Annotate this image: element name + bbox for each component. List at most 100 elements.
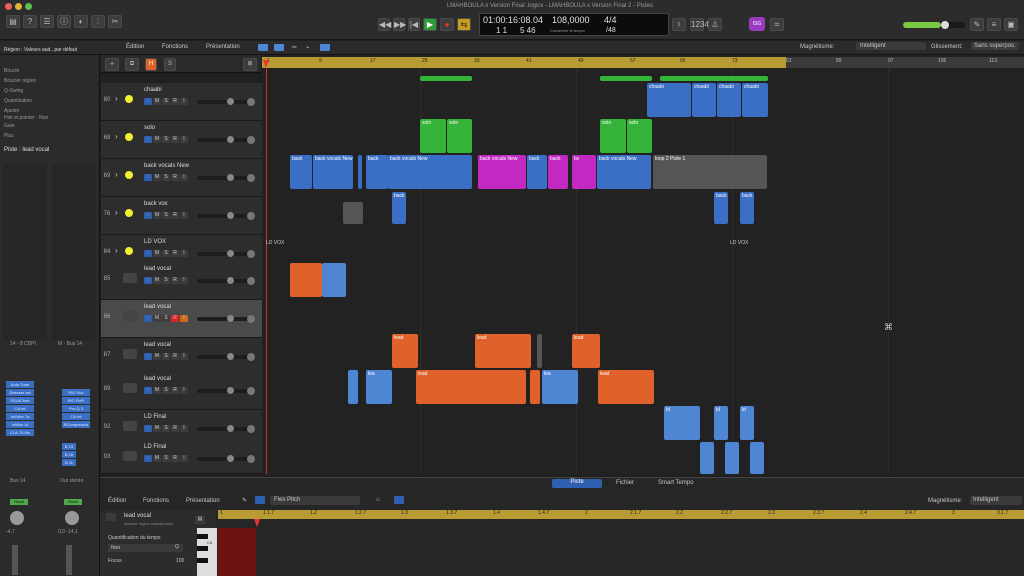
audio-region[interactable]: chaabi: [647, 83, 691, 117]
track-row[interactable]: 69 › back vocals New ◌ M S R I: [101, 159, 262, 197]
minimize-window-button[interactable]: [15, 3, 22, 10]
arrange-area[interactable]: [262, 55, 1024, 475]
plugin-slot[interactable]: CLA-76 Mn: [6, 429, 34, 436]
pan-knob-left[interactable]: [10, 511, 24, 525]
inspector-row[interactable]: Ajuster: [4, 108, 20, 114]
track-name[interactable]: lead vocal: [144, 376, 171, 382]
plugin-slot[interactable]: InVoice 7a: [6, 413, 34, 420]
audio-region[interactable]: back: [740, 192, 754, 224]
inspector-row[interactable]: Q-Swing: [4, 88, 23, 94]
track-volume-fader[interactable]: [197, 353, 252, 360]
track-volume-fader[interactable]: [197, 425, 252, 432]
audio-region[interactable]: [290, 263, 322, 297]
track-row[interactable]: 76 › back vox ◌ M S R I: [101, 197, 262, 235]
fader-right[interactable]: [66, 545, 72, 575]
track-volume-fader[interactable]: [197, 136, 252, 143]
track-volume-fader[interactable]: [197, 212, 252, 219]
plugin-slot[interactable]: Pro-Q 3: [62, 405, 90, 412]
io-right[interactable]: M · Bus 14: [58, 341, 82, 347]
inspector-icon[interactable]: ⓘ: [57, 15, 71, 28]
flex-icon[interactable]: [255, 496, 265, 504]
plugin-slot[interactable]: Auto-Tune: [6, 381, 34, 388]
global-tracks-icon[interactable]: ⊞: [243, 58, 257, 71]
record-enable-button[interactable]: R: [171, 212, 179, 219]
track-volume-fader[interactable]: [197, 277, 252, 284]
automation-read-left[interactable]: Read: [10, 499, 28, 505]
disclosure-icon[interactable]: ›: [115, 208, 118, 217]
audio-region[interactable]: lead: [392, 334, 418, 368]
audio-region[interactable]: ld: [664, 406, 700, 440]
mute-button[interactable]: M: [153, 353, 161, 360]
input-monitor-icon[interactable]: ◌: [144, 387, 152, 394]
region[interactable]: [600, 76, 652, 81]
flex-mode-dropdown[interactable]: Flex Pitch: [270, 496, 360, 505]
editor-menu-view[interactable]: Présentation: [186, 498, 220, 504]
track-volume-fader[interactable]: [197, 98, 252, 105]
audio-region[interactable]: chaabi: [717, 83, 741, 117]
input-monitor-icon[interactable]: ◌: [144, 98, 152, 105]
record-enable-button[interactable]: R: [171, 455, 179, 462]
mixer-icon[interactable]: ⫶: [91, 15, 105, 28]
tab-file[interactable]: Fichier: [616, 480, 634, 486]
track-volume-fader[interactable]: [197, 315, 252, 322]
audio-region[interactable]: solo: [447, 119, 472, 153]
solo-global-button[interactable]: S: [164, 58, 176, 71]
audio-region[interactable]: back vocals New: [597, 155, 651, 189]
inspector-region-header[interactable]: Région : Valeurs aud...par défaut: [4, 47, 77, 53]
audio-region[interactable]: chaabi: [692, 83, 716, 117]
region-settings-icon[interactable]: ▤: [195, 516, 205, 524]
duplicate-track-icon[interactable]: ⧉: [125, 58, 139, 71]
audio-region[interactable]: back: [548, 155, 568, 189]
notes-icon[interactable]: ✎: [970, 18, 984, 31]
track-row[interactable]: 89 lead vocal ◌ M S R I: [101, 372, 262, 410]
input-button[interactable]: I: [180, 98, 188, 105]
audio-region[interactable]: [750, 442, 764, 474]
solo-button[interactable]: S: [162, 250, 170, 257]
fader-left[interactable]: [12, 545, 18, 575]
audio-region[interactable]: bv: [572, 155, 596, 189]
input-button[interactable]: I: [180, 353, 188, 360]
inspector-row[interactable]: Hist et pointer : Non: [4, 115, 48, 121]
editor-snap-dropdown[interactable]: Intelligent: [970, 496, 1022, 505]
audio-region[interactable]: [358, 155, 362, 189]
quantize-dropdown[interactable]: Non: [108, 544, 183, 552]
input-button[interactable]: I: [180, 250, 188, 257]
snap-dropdown[interactable]: Intelligent: [856, 42, 926, 50]
black-key[interactable]: [197, 534, 208, 539]
track-row[interactable]: 80 › chaabi ◌ M S R I: [101, 83, 262, 121]
mute-button[interactable]: M: [153, 212, 161, 219]
track-row[interactable]: 68 › solo ◌ M S R I: [101, 121, 262, 159]
track-name[interactable]: lead vocal: [144, 266, 171, 272]
plugin-slot[interactable]: SSL6Chan: [6, 397, 34, 404]
audio-region[interactable]: lead: [475, 334, 531, 368]
track-name[interactable]: back vocals New: [144, 163, 189, 169]
audio-region[interactable]: back: [714, 192, 728, 224]
drag-dropdown[interactable]: Sans superpos.: [971, 42, 1019, 50]
plugin-slot[interactable]: CA Int: [62, 413, 90, 420]
grid-view-icon[interactable]: [258, 44, 268, 51]
add-track-button[interactable]: +: [105, 58, 119, 71]
inspector-more[interactable]: Plus: [4, 133, 14, 139]
mute-button[interactable]: M: [153, 455, 161, 462]
focus-value[interactable]: 100: [176, 558, 184, 564]
record-enable-button[interactable]: R: [171, 174, 179, 181]
tab-smart-tempo[interactable]: Smart Tempo: [658, 480, 694, 486]
automation-read-right[interactable]: Read: [64, 499, 82, 505]
region[interactable]: [660, 76, 768, 81]
track-name[interactable]: back vox: [144, 201, 168, 207]
automation-icon[interactable]: ⌁: [306, 44, 310, 51]
editor-region[interactable]: [218, 528, 256, 576]
record-enable-button[interactable]: R: [171, 277, 179, 284]
input-monitor-icon[interactable]: ◌: [144, 136, 152, 143]
zoom-window-button[interactable]: [25, 3, 32, 10]
input-monitor-icon[interactable]: ◌: [144, 174, 152, 181]
inspector-row[interactable]: Boucler région: [4, 78, 36, 84]
help-icon[interactable]: ?: [23, 15, 37, 28]
mute-button[interactable]: M: [153, 315, 161, 322]
audio-region[interactable]: [322, 263, 346, 297]
input-monitor-icon[interactable]: ◌: [144, 212, 152, 219]
input-monitor-icon[interactable]: ◌: [144, 425, 152, 432]
disclosure-icon[interactable]: ›: [115, 246, 118, 255]
track-name[interactable]: chaabi: [144, 87, 162, 93]
record-enable-button[interactable]: R: [171, 425, 179, 432]
